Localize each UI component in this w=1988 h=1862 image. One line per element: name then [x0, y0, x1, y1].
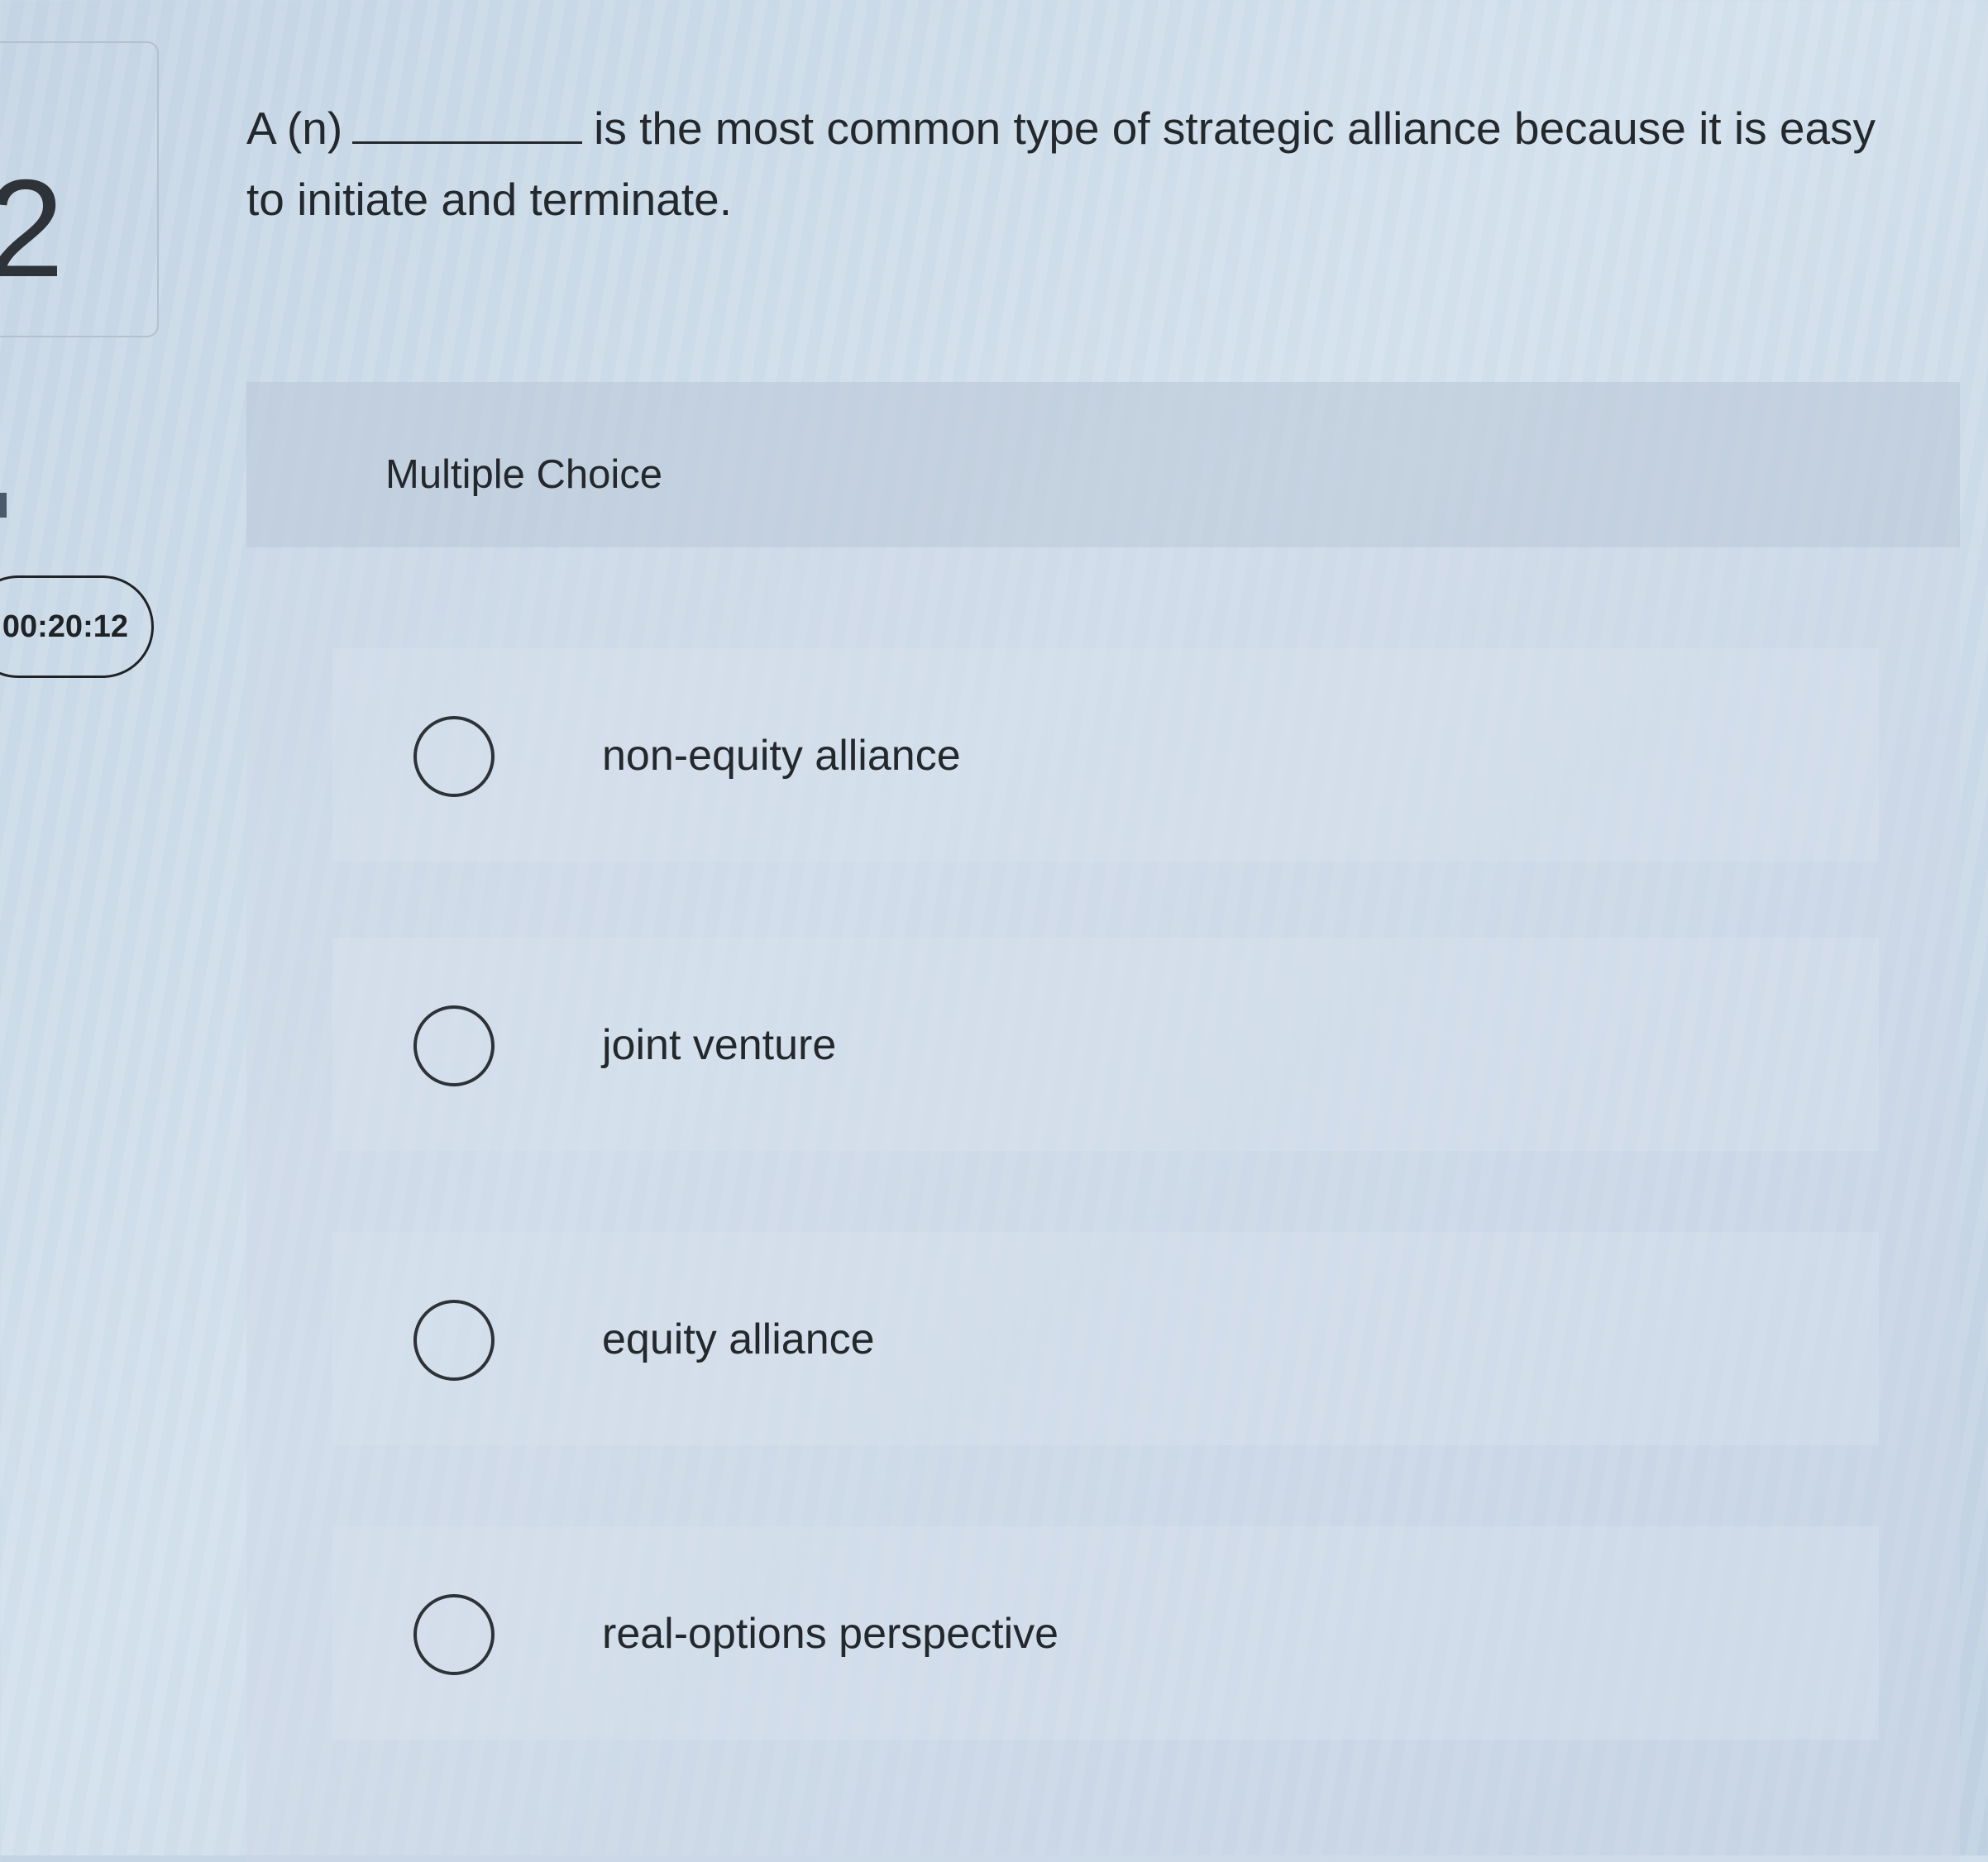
multiple-choice-label: Multiple Choice: [385, 452, 662, 497]
multiple-choice-panel: Multiple Choice non-equity alliance join…: [246, 382, 1960, 1862]
answer-option-real-options-perspective[interactable]: real-options perspective: [332, 1526, 1879, 1740]
question-number-card: 2: [0, 41, 159, 337]
answer-option-joint-venture[interactable]: joint venture: [332, 938, 1879, 1151]
multiple-choice-header: Multiple Choice: [246, 382, 1960, 547]
radio-button[interactable]: [413, 1594, 495, 1675]
question-number: 2: [0, 150, 65, 306]
answer-option-label: equity alliance: [602, 1315, 875, 1363]
answer-option-equity-alliance[interactable]: equity alliance: [332, 1232, 1879, 1445]
answer-option-label: non-equity alliance: [602, 732, 961, 780]
answer-option-non-equity-alliance[interactable]: non-equity alliance: [332, 648, 1879, 862]
side-indicator: [0, 493, 7, 518]
radio-button[interactable]: [413, 1300, 495, 1381]
timer-badge: 00:20:12: [0, 575, 154, 678]
answer-blank: [352, 95, 583, 144]
radio-button[interactable]: [413, 1005, 495, 1086]
answer-option-label: joint venture: [602, 1021, 837, 1069]
answer-option-label: real-options perspective: [602, 1610, 1059, 1658]
prompt-text-before-blank: A (n): [246, 103, 343, 154]
radio-button[interactable]: [413, 716, 495, 797]
question-prompt: A (n) is the most common type of strategi…: [246, 93, 1925, 235]
